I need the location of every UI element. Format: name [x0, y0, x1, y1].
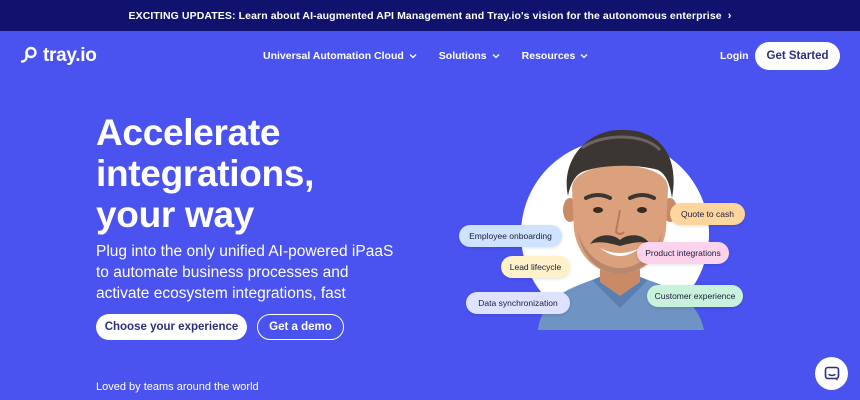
brand-name: tray.io	[43, 45, 97, 66]
hero-title-line: integrations,	[96, 153, 315, 194]
top-nav: tray.io Universal Automation Cloud Solut…	[0, 31, 860, 81]
chevron-right-icon: ›	[727, 9, 732, 22]
hero-subtitle-line: activate ecosystem integrations, fast	[96, 285, 346, 302]
nav-menu: Universal Automation Cloud Solutions Res…	[263, 50, 588, 62]
hero-subtitle: Plug into the only unified AI-powered iP…	[96, 241, 436, 304]
tag-customer-experience: Customer experience	[647, 285, 743, 307]
tag-lead-lifecycle: Lead lifecycle	[501, 256, 570, 278]
nav-item-label: Resources	[521, 50, 576, 62]
brand-logo[interactable]: tray.io	[20, 45, 97, 67]
announcement-bar[interactable]: EXCITING UPDATES: Learn about AI-augment…	[0, 0, 860, 31]
hero-title-line: Accelerate	[96, 112, 281, 153]
chevron-down-icon	[580, 54, 588, 59]
nav-item-label: Solutions	[438, 50, 487, 62]
tag-employee-onboarding: Employee onboarding	[459, 225, 562, 247]
nav-item-universal-automation-cloud[interactable]: Universal Automation Cloud	[263, 50, 417, 62]
hero-subtitle-line: Plug into the only unified AI-powered iP…	[96, 243, 394, 260]
social-proof-text: Loved by teams around the world	[96, 381, 259, 393]
choose-experience-button[interactable]: Choose your experience	[96, 314, 247, 340]
tag-data-synchronization: Data synchronization	[466, 292, 570, 314]
nav-item-resources[interactable]: Resources	[522, 50, 589, 62]
get-started-button[interactable]: Get Started	[755, 42, 840, 70]
chevron-down-icon	[409, 54, 417, 59]
get-demo-button[interactable]: Get a demo	[257, 314, 344, 340]
hero-title: Accelerate integrations, your way	[96, 112, 436, 235]
tag-quote-to-cash: Quote to cash	[670, 203, 745, 225]
announcement-text[interactable]: EXCITING UPDATES: Learn about AI-augment…	[129, 10, 722, 22]
login-link[interactable]: Login	[720, 50, 749, 62]
nav-item-label: Universal Automation Cloud	[263, 50, 404, 62]
nav-item-solutions[interactable]: Solutions	[439, 50, 500, 62]
chevron-down-icon	[492, 54, 500, 59]
hero-title-line: your way	[96, 194, 254, 235]
chat-widget-button[interactable]	[815, 357, 848, 390]
chat-icon	[824, 366, 839, 381]
tag-product-integrations: Product integrations	[637, 242, 729, 264]
hero-subtitle-line: to automate business processes and	[96, 264, 349, 281]
tray-logo-icon	[20, 46, 37, 63]
